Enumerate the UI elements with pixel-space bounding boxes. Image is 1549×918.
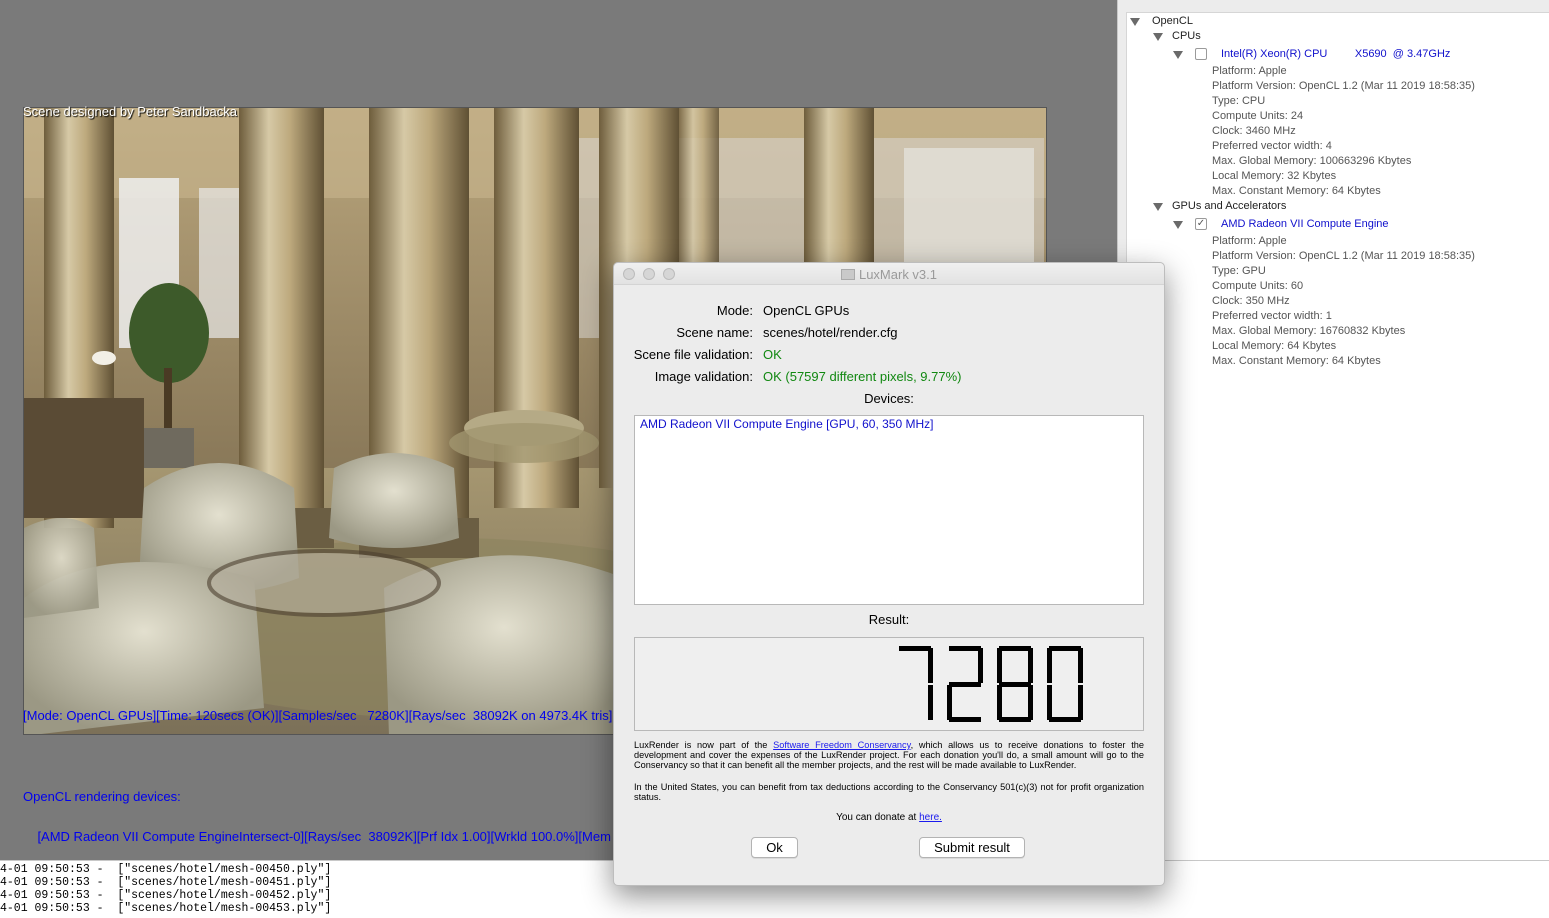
render-devices-heading: OpenCL rendering devices: [23,788,181,804]
gpu-prop-vector-width: Preferred vector width: 1 [1212,310,1332,322]
cpu-device-name[interactable]: Intel(R) Xeon(R) CPU X5690 @ 3.47GHz [1221,48,1450,60]
image-validation-label: Image validation: [654,369,753,384]
image-validation-value: OK (57597 different pixels, 9.77%) [763,369,962,384]
expand-triangle-icon[interactable] [1173,221,1183,229]
cpu-prop-platform: Platform: Apple [1212,65,1287,77]
tree-group-gpus[interactable]: GPUs and Accelerators [1172,200,1286,212]
lcd-segment [899,646,931,651]
lcd-segment [1028,648,1033,683]
devices-list[interactable]: AMD Radeon VII Compute Engine [GPU, 60, … [634,415,1144,605]
lcd-segment [928,648,933,683]
scene-validation-label: Scene file validation: [633,347,753,362]
render-device-stats: [AMD Radeon VII Compute EngineIntersect-… [23,829,611,844]
device-panel: OpenCL CPUs Intel(R) Xeon(R) CPU X5690 @… [1117,0,1549,860]
lcd-segment [999,646,1031,651]
scene-validation-value: OK [763,347,782,362]
expand-triangle-icon[interactable] [1153,203,1163,211]
gpu-prop-platform: Platform: Apple [1212,235,1287,247]
result-lcd-digits [899,646,1083,722]
log-line: 4-01 09:50:53 - ["scenes/hotel/mesh-0045… [0,902,332,915]
lcd-segment [1078,685,1083,720]
gpu-prop-local-memory: Local Memory: 64 Kbytes [1212,340,1337,352]
cpu-prop-clock: Clock: 3460 MHz [1212,125,1296,137]
lcd-segment [928,685,933,720]
result-label: Result: [868,612,910,627]
cpu-prop-compute-units: Compute Units: 24 [1212,110,1304,122]
expand-triangle-icon[interactable] [1153,33,1163,41]
gpu-prop-type: Type: GPU [1212,265,1266,277]
gpu-device-checkbox[interactable]: ✓ [1195,218,1207,230]
lcd-segment [947,685,952,720]
gpu-prop-global-memory: Max. Global Memory: 16760832 Kbytes [1212,325,1406,337]
lcd-segment [999,682,1031,687]
dialog-titlebar[interactable]: LuxMark v3.1 [614,263,1164,285]
cpu-device-checkbox[interactable] [1195,48,1207,60]
tax-paragraph: In the United States, you can benefit fr… [634,782,1144,802]
donate-line: You can donate at here. [634,813,1144,823]
ok-button[interactable]: Ok [751,837,798,858]
cpu-prop-platform-version: Platform Version: OpenCL 1.2 (Mar 11 201… [1212,80,1475,92]
lcd-segment [999,717,1031,722]
dialog-title-area: LuxMark v3.1 [614,267,1164,282]
lcd-segment [949,646,981,651]
donation-text-start: LuxRender is now part of the [634,740,774,750]
submit-result-button[interactable]: Submit result [919,837,1025,858]
lcd-segment [949,682,981,687]
devices-label: Devices: [864,391,914,406]
lcd-segment [1049,646,1081,651]
lcd-segment [1049,717,1081,722]
donate-text: You can donate at [836,812,920,823]
devices-list-item[interactable]: AMD Radeon VII Compute Engine [GPU, 60, … [640,417,933,431]
cpu-prop-global-memory: Max. Global Memory: 100663296 Kbytes [1212,155,1412,167]
expand-triangle-icon[interactable] [1130,18,1140,26]
scene-name-value: scenes/hotel/render.cfg [763,325,898,340]
scene-credit: Scene designed by Peter Sandbacka [23,104,237,119]
lcd-segment [949,717,981,722]
gpu-prop-platform-version: Platform Version: OpenCL 1.2 (Mar 11 201… [1212,250,1475,262]
expand-triangle-icon[interactable] [1173,51,1183,59]
document-icon [840,269,855,280]
lcd-segment [997,685,1002,720]
donate-here-link[interactable]: here. [919,812,942,823]
gpu-prop-constant-memory: Max. Constant Memory: 64 Kbytes [1212,355,1381,367]
log-line: 4-01 09:50:53 - ["scenes/hotel/mesh-0045… [0,876,332,889]
lcd-segment [1047,685,1052,720]
lcd-segment [1047,648,1052,683]
cpu-prop-local-memory: Local Memory: 32 Kbytes [1212,170,1337,182]
lcd-segment [1028,685,1033,720]
render-stats-overlay: [Mode: OpenCL GPUs][Time: 120secs (OK)][… [23,682,612,871]
sfc-link[interactable]: Software Freedom Conservancy [773,740,910,750]
cpu-prop-vector-width: Preferred vector width: 4 [1212,140,1332,152]
lcd-segment [1078,648,1083,683]
log-line: 4-01 09:50:53 - ["scenes/hotel/mesh-0045… [0,889,332,902]
tree-root-opencl[interactable]: OpenCL [1152,15,1193,27]
lcd-segment [978,648,983,683]
mode-label: Mode: [716,303,753,318]
lcd-segment [997,648,1002,683]
result-display [634,637,1144,731]
donation-paragraph: LuxRender is now part of the Software Fr… [634,740,1144,770]
device-tree[interactable]: OpenCL CPUs Intel(R) Xeon(R) CPU X5690 @… [1126,12,1549,860]
render-stats-line: [Mode: OpenCL GPUs][Time: 120secs (OK)][… [23,708,613,723]
dialog-title: LuxMark v3.1 [858,267,938,282]
cpu-prop-constant-memory: Max. Constant Memory: 64 Kbytes [1212,185,1381,197]
scene-name-label: Scene name: [676,325,753,340]
gpu-prop-clock: Clock: 350 MHz [1212,295,1290,307]
gpu-device-name[interactable]: AMD Radeon VII Compute Engine [1221,218,1389,230]
cpu-prop-type: Type: CPU [1212,95,1266,107]
gpu-prop-compute-units: Compute Units: 60 [1212,280,1304,292]
result-dialog: LuxMark v3.1 Mode: OpenCL GPUs Scene nam… [613,262,1165,886]
tree-group-cpus[interactable]: CPUs [1172,30,1201,42]
mode-value: OpenCL GPUs [763,303,850,318]
